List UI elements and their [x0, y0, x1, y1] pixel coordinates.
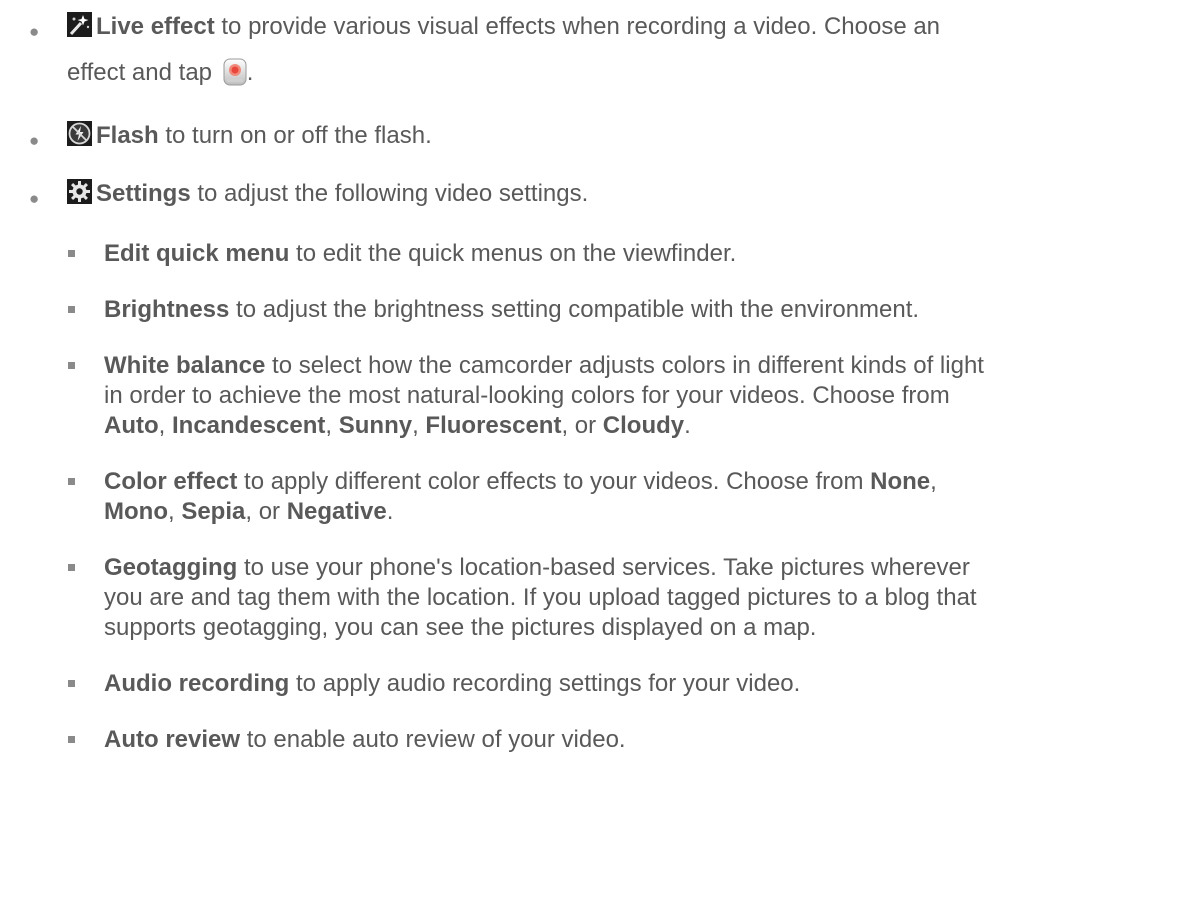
- gear-icon: [67, 179, 92, 204]
- square-bullet-marker: [68, 478, 75, 485]
- geotagging-item: Geotagging to use your phone's location-…: [104, 553, 970, 583]
- white-balance-item: White balance to select how the camcorde…: [104, 351, 984, 381]
- settings-item: Settings to adjust the following video s…: [67, 179, 588, 209]
- option-incandescent: Incandescent: [172, 412, 326, 439]
- edit-quick-menu-item: Edit quick menu to edit the quick menus …: [104, 239, 736, 269]
- bullet-marker: ●: [29, 189, 40, 208]
- live-effect-continuation: effect and tap .: [67, 58, 253, 88]
- flash-term: Flash: [96, 122, 159, 149]
- period: .: [386, 498, 394, 525]
- separator: ,: [167, 498, 182, 525]
- separator: ,: [930, 468, 937, 495]
- period: .: [684, 412, 691, 439]
- separator: , or: [561, 412, 603, 439]
- option-sunny: Sunny: [338, 412, 413, 439]
- bullet-marker: ●: [29, 22, 40, 41]
- option-sepia: Sepia: [181, 498, 246, 525]
- edit-quick-menu-term: Edit quick menu: [104, 240, 290, 267]
- separator: , or: [245, 498, 287, 525]
- separator: ,: [158, 412, 172, 439]
- settings-term: Settings: [96, 180, 191, 207]
- audio-recording-term: Audio recording: [104, 670, 290, 697]
- flash-off-icon: [67, 121, 92, 146]
- geotagging-continuation: supports geotagging, you can see the pic…: [104, 613, 816, 643]
- brightness-item: Brightness to adjust the brightness sett…: [104, 295, 919, 325]
- white-balance-text-line1: to select how the camcorder adjusts colo…: [265, 352, 984, 379]
- bullet-marker: ●: [29, 131, 40, 150]
- white-balance-text-line2: in order to achieve the most natural-loo…: [104, 382, 950, 409]
- audio-recording-item: Audio recording to apply audio recording…: [104, 669, 800, 699]
- live-effect-wand-icon: [67, 12, 92, 37]
- option-none: None: [870, 468, 931, 495]
- square-bullet-marker: [68, 306, 75, 313]
- option-negative: Negative: [286, 498, 387, 525]
- live-effect-term: Live effect: [96, 13, 215, 40]
- flash-text: to turn on or off the flash.: [158, 122, 432, 149]
- color-effect-text-line1: to apply different color effects to your…: [237, 468, 871, 495]
- geotagging-term: Geotagging: [104, 554, 238, 581]
- color-effect-options: Mono, Sepia, or Negative.: [104, 497, 393, 527]
- square-bullet-marker: [68, 736, 75, 743]
- separator: ,: [325, 412, 339, 439]
- auto-review-term: Auto review: [104, 726, 241, 753]
- separator: ,: [412, 412, 426, 439]
- live-effect-text-line1: to provide various visual effects when r…: [214, 13, 941, 40]
- color-effect-term: Color effect: [104, 468, 238, 495]
- record-button-icon: [223, 58, 247, 86]
- white-balance-term: White balance: [104, 352, 266, 379]
- option-cloudy: Cloudy: [602, 412, 685, 439]
- white-balance-options: Auto, Incandescent, Sunny, Fluorescent, …: [104, 411, 691, 441]
- audio-recording-text: to apply audio recording settings for yo…: [289, 670, 801, 697]
- brightness-text: to adjust the brightness setting compati…: [229, 296, 920, 323]
- option-mono: Mono: [104, 498, 168, 525]
- auto-review-text: to enable auto review of your video.: [240, 726, 626, 753]
- settings-text: to adjust the following video settings.: [190, 180, 589, 207]
- edit-quick-menu-text: to edit the quick menus on the viewfinde…: [289, 240, 737, 267]
- camcorder-options-document: ● Live effect to provide various visual …: [0, 0, 1189, 907]
- square-bullet-marker: [68, 250, 75, 257]
- flash-item: Flash to turn on or off the flash.: [67, 121, 432, 151]
- live-effect-text-end: .: [246, 59, 254, 86]
- square-bullet-marker: [68, 680, 75, 687]
- square-bullet-marker: [68, 564, 75, 571]
- brightness-term: Brightness: [104, 296, 230, 323]
- geotagging-continuation: you are and tag them with the location. …: [104, 583, 977, 613]
- geotagging-text-line2: you are and tag them with the location. …: [104, 584, 977, 611]
- square-bullet-marker: [68, 362, 75, 369]
- live-effect-item: Live effect to provide various visual ef…: [67, 12, 940, 42]
- live-effect-text-line2: effect and tap: [67, 59, 219, 86]
- option-auto: Auto: [104, 412, 159, 439]
- color-effect-item: Color effect to apply different color ef…: [104, 467, 937, 497]
- geotagging-text-line3: supports geotagging, you can see the pic…: [104, 614, 817, 641]
- auto-review-item: Auto review to enable auto review of you…: [104, 725, 626, 755]
- geotagging-text-line1: to use your phone's location-based servi…: [237, 554, 970, 581]
- white-balance-continuation: in order to achieve the most natural-loo…: [104, 381, 950, 411]
- option-fluorescent: Fluorescent: [425, 412, 562, 439]
